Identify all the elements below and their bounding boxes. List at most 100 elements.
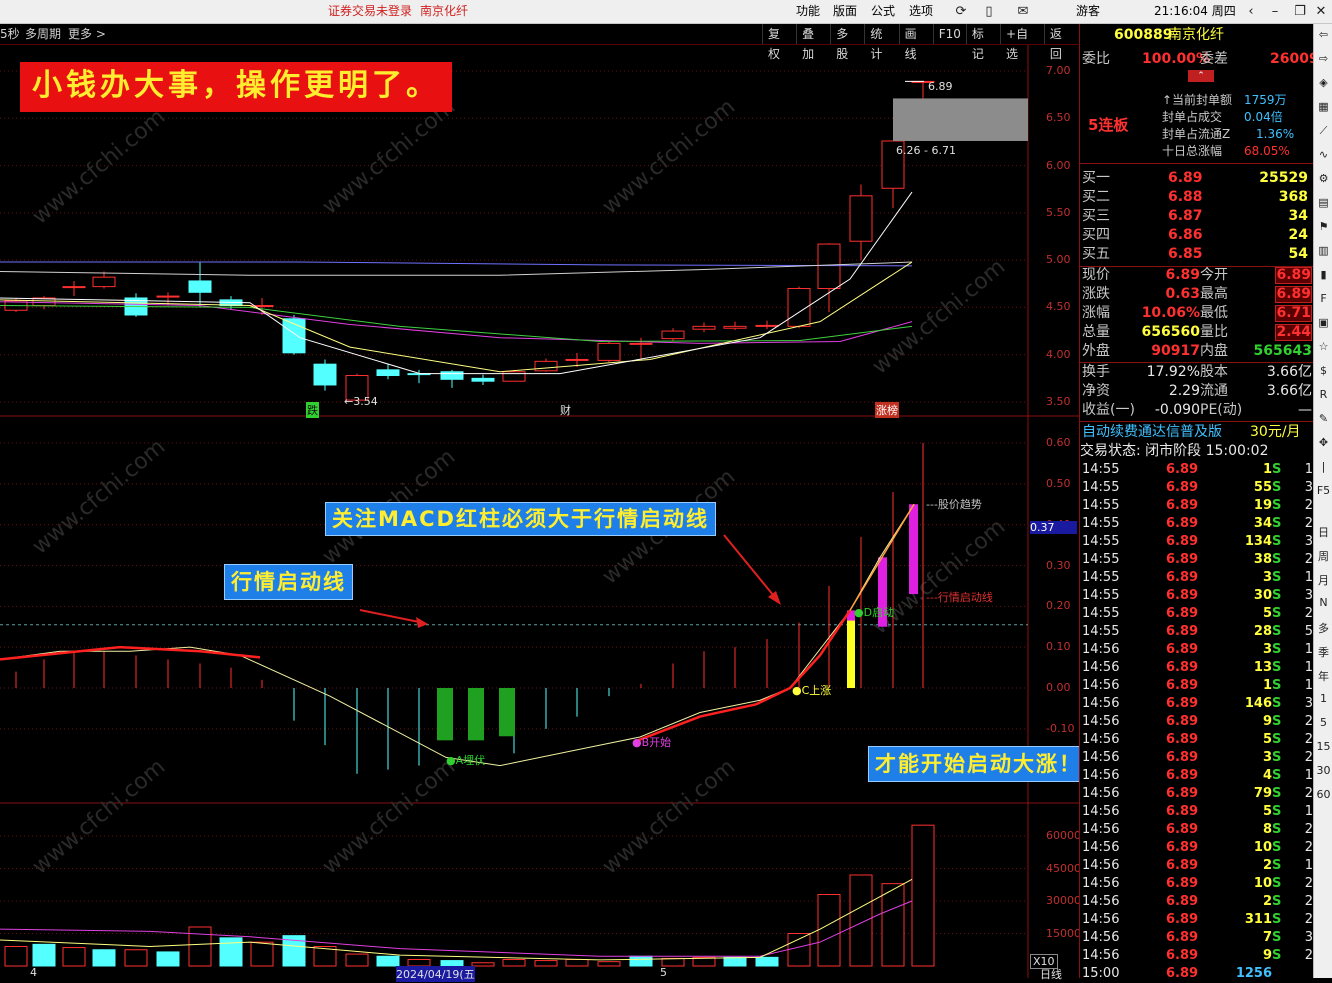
side-period-1[interactable]: 周 bbox=[1314, 548, 1332, 564]
volume-bar bbox=[755, 956, 779, 967]
overlay-button[interactable]: 叠加 bbox=[796, 24, 830, 61]
tick-count: 2 bbox=[1304, 948, 1313, 963]
side-period-6[interactable]: 年 bbox=[1314, 668, 1332, 684]
candle bbox=[849, 195, 873, 242]
quote-header: 600889 南京化纤 bbox=[1080, 26, 1314, 45]
menu-layout[interactable]: 版面 bbox=[833, 0, 857, 23]
arrow-launch bbox=[359, 609, 425, 624]
multi-stock-button[interactable]: 多股 bbox=[830, 24, 864, 61]
date-label-4: 4 bbox=[30, 966, 37, 979]
tick-row: 14:56 6.89 1 S 1 bbox=[1080, 677, 1314, 695]
stats-button[interactable]: 统计 bbox=[864, 24, 898, 61]
side-f5-icon[interactable]: F5 bbox=[1314, 484, 1332, 497]
draw-line-button[interactable]: 画线 bbox=[898, 24, 933, 61]
mark-button[interactable]: 标记 bbox=[965, 24, 1000, 61]
tick-price: 6.89 bbox=[1166, 624, 1199, 639]
side-flag-icon[interactable]: ⚑ bbox=[1314, 220, 1332, 233]
price-axis-tick: 4.50 bbox=[1046, 300, 1071, 314]
tick-count: 1 bbox=[1304, 768, 1313, 783]
side-grid-icon[interactable]: ▥ bbox=[1314, 244, 1332, 257]
seal-value: 68.05% bbox=[1244, 144, 1290, 158]
f10-button[interactable]: F10 bbox=[932, 24, 966, 44]
period-5s[interactable]: 5秒 bbox=[0, 24, 20, 44]
side-back-icon[interactable]: ⇦ bbox=[1314, 28, 1332, 41]
side-period-4[interactable]: 多 bbox=[1314, 620, 1332, 636]
volume-axis-tick: 60000 bbox=[1046, 829, 1081, 842]
menu-function[interactable]: 功能 bbox=[796, 0, 820, 23]
price-axis-tick: 7.00 bbox=[1046, 64, 1071, 77]
side-period-7[interactable]: 1 bbox=[1314, 692, 1332, 705]
side-fiz-icon[interactable]: F bbox=[1314, 292, 1332, 305]
side-doc-icon[interactable]: ▤ bbox=[1314, 196, 1332, 209]
side-period-3[interactable]: N bbox=[1314, 596, 1332, 609]
tick-time: 14:56 bbox=[1082, 786, 1120, 801]
collapse-icon[interactable]: ⌃ bbox=[1188, 70, 1214, 82]
candle bbox=[376, 369, 400, 377]
ad-price: 30元/月 bbox=[1250, 424, 1301, 440]
tick-side: S bbox=[1272, 750, 1282, 765]
volume-bar bbox=[376, 955, 400, 967]
side-period-11[interactable]: 60 bbox=[1314, 788, 1332, 801]
side-period-0[interactable]: 日 bbox=[1314, 524, 1332, 540]
side-box-icon[interactable]: ▣ bbox=[1314, 316, 1332, 329]
tick-price: 6.89 bbox=[1166, 660, 1199, 675]
trade-status: 交易状态: 闭市阶段 15:00:02 bbox=[1080, 443, 1269, 459]
side-period-2[interactable]: 月 bbox=[1314, 572, 1332, 588]
period-label[interactable]: 日线 bbox=[1040, 966, 1062, 982]
tick-time: 14:55 bbox=[1082, 606, 1120, 621]
side-pen-icon[interactable]: ✎ bbox=[1314, 412, 1332, 425]
tick-price: 6.89 bbox=[1166, 930, 1199, 945]
stat-row: 换手 17.92% 股本 3.66亿 bbox=[1080, 363, 1314, 382]
login-status[interactable]: 证券交易未登录 bbox=[328, 0, 412, 23]
menu-options[interactable]: 选项 bbox=[909, 0, 933, 23]
macd-axis-tick: 0.20 bbox=[1046, 599, 1071, 613]
side-trend-icon[interactable]: ∿ bbox=[1314, 148, 1332, 161]
multi-period[interactable]: 多周期 bbox=[25, 24, 61, 44]
tick-volume: 10 bbox=[1253, 840, 1272, 855]
candle bbox=[62, 286, 86, 289]
tick-price: 6.89 bbox=[1166, 822, 1199, 837]
tick-row: 14:55 6.89 38 S 2 bbox=[1080, 551, 1314, 569]
side-line-icon[interactable]: ⟋ bbox=[1314, 124, 1332, 138]
side-move-icon[interactable]: ✥ bbox=[1314, 436, 1332, 449]
tick-side: S bbox=[1272, 732, 1282, 747]
side-chart-icon[interactable]: ▦ bbox=[1314, 100, 1332, 113]
bottom-note-callout: 才能开始启动大涨！ bbox=[868, 746, 1089, 782]
watermark: www.cfchi.com bbox=[28, 754, 170, 879]
stat-label: 外盘 bbox=[1082, 343, 1110, 359]
side-period-9[interactable]: 15 bbox=[1314, 740, 1332, 753]
side-forward-icon[interactable]: ⇨ bbox=[1314, 52, 1332, 65]
calculator-icon[interactable]: ▯ bbox=[976, 0, 1002, 23]
tick-side: S bbox=[1272, 894, 1282, 909]
side-vline-icon[interactable]: | bbox=[1314, 460, 1332, 473]
tick-side: S bbox=[1272, 552, 1282, 567]
side-period-10[interactable]: 30 bbox=[1314, 764, 1332, 777]
side-star-icon[interactable]: ☆ bbox=[1314, 340, 1332, 353]
candle bbox=[565, 358, 589, 361]
minimize-icon[interactable]: – bbox=[1262, 0, 1288, 23]
side-scroll-icon[interactable]: ◈ bbox=[1314, 76, 1332, 89]
side-period-5[interactable]: 季 bbox=[1314, 644, 1332, 660]
side-dollar-icon[interactable]: $ bbox=[1314, 364, 1332, 377]
refresh-icon[interactable]: ⟳ bbox=[948, 0, 974, 23]
restore-rights-button[interactable]: 复权 bbox=[762, 24, 796, 61]
mail-icon[interactable]: ✉ bbox=[1010, 0, 1036, 23]
ad-row[interactable]: 自动续费通达信普及版 30元/月 bbox=[1080, 423, 1314, 442]
volume-axis-tick: 45000 bbox=[1046, 861, 1081, 875]
tick-volume: 5 bbox=[1262, 804, 1272, 819]
close-icon[interactable]: ✕ bbox=[1308, 0, 1332, 23]
side-bar-icon[interactable]: ▮ bbox=[1314, 268, 1332, 281]
back-icon[interactable]: ‹ bbox=[1238, 0, 1264, 23]
return-button[interactable]: 返回 bbox=[1043, 24, 1078, 61]
volume-bar bbox=[881, 883, 905, 967]
side-rsi-icon[interactable]: R bbox=[1314, 388, 1332, 401]
user-label[interactable]: 游客 bbox=[1076, 0, 1100, 23]
side-period-8[interactable]: 5 bbox=[1314, 716, 1332, 729]
add-watchlist-button[interactable]: +自选 bbox=[1000, 24, 1044, 61]
side-gear-icon[interactable]: ⚙ bbox=[1314, 172, 1332, 185]
volume-bar bbox=[534, 960, 558, 967]
more-menu[interactable]: 更多 > bbox=[68, 24, 106, 44]
ad-text[interactable]: 自动续费通达信普及版 bbox=[1082, 423, 1222, 442]
menu-formula[interactable]: 公式 bbox=[871, 0, 895, 23]
volume-bar bbox=[849, 874, 873, 967]
